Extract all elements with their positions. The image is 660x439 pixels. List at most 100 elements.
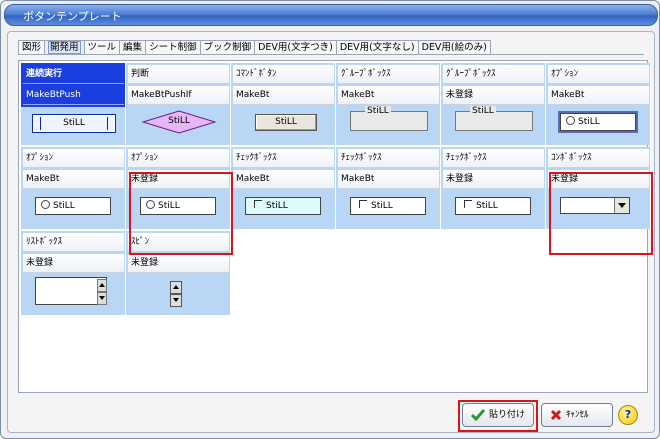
list-scroll[interactable]: [97, 279, 107, 305]
template-card-group-box-unregistered[interactable]: ｸﾞﾙｰﾌﾟﾎﾞｯｸｽ 未登録 StiLL: [441, 63, 546, 145]
card-macro: MakeBtPush: [23, 86, 124, 105]
card-sample: StiLL: [336, 106, 440, 145]
tab-label: 編集: [123, 42, 143, 53]
paste-button[interactable]: 貼り付け: [462, 403, 534, 427]
tab-tool[interactable]: ツール: [83, 40, 121, 54]
card-macro: 未登録: [128, 254, 229, 273]
card-macro: 未登録: [128, 170, 229, 189]
arrow-down-icon[interactable]: [97, 292, 107, 305]
template-card-command-button[interactable]: ｺﾏﾝﾄﾞﾎﾞﾀﾝ MakeBt StiLL: [231, 63, 336, 145]
paste-label: 貼り付け: [489, 410, 526, 420]
push-button-sample[interactable]: StiLL: [32, 114, 116, 133]
tab-label: 図形: [22, 42, 42, 53]
tab-edit[interactable]: 編集: [119, 40, 147, 54]
template-card-combo-box[interactable]: ｺﾝﾎﾞﾎﾞｯｸｽ 未登録: [546, 147, 651, 229]
cancel-button[interactable]: ｷｬﾝｾﾙ: [541, 403, 613, 427]
diamond-label: StiLL: [168, 116, 190, 126]
card-macro: MakeBt: [338, 170, 439, 189]
group-box-sample[interactable]: StiLL: [455, 106, 533, 131]
card-macro: MakeBt: [548, 86, 649, 105]
radio-icon: [146, 200, 155, 209]
card-macro: 未登録: [548, 170, 649, 189]
tab-sheet-control[interactable]: シート制御: [145, 40, 201, 54]
template-card-spin[interactable]: ｽﾋﾟﾝ 未登録: [126, 231, 231, 315]
template-card-list-box[interactable]: ﾘｽﾄﾎﾞｯｸｽ 未登録: [21, 231, 126, 315]
card-title: 連続実行: [23, 65, 124, 84]
option-label: StiLL: [158, 201, 180, 211]
tab-label: シート制御: [149, 42, 197, 53]
template-card-option[interactable]: ｵﾌﾟｼｮﾝ MakeBt StiLL: [546, 63, 651, 145]
card-title: ｵﾌﾟｼｮﾝ: [23, 149, 124, 168]
template-card-checkbox-unregistered[interactable]: ﾁｪｯｸﾎﾞｯｸｽ 未登録 StiLL: [441, 147, 546, 229]
spin-button-sample[interactable]: [170, 281, 182, 307]
diamond-button-sample[interactable]: StiLL: [141, 109, 217, 135]
radio-icon: [41, 200, 50, 209]
checkbox-sample[interactable]: StiLL: [245, 197, 321, 215]
card-sample: StiLL: [21, 191, 125, 229]
card-title: ｵﾌﾟｼｮﾝ: [548, 65, 649, 84]
card-sample: StiLL: [441, 191, 545, 229]
arrow-up-icon[interactable]: [97, 279, 107, 292]
command-button-sample[interactable]: StiLL: [255, 114, 317, 131]
tab-book-control[interactable]: ブック制御: [199, 40, 256, 54]
group-box-label: StiLL: [365, 106, 391, 116]
tab-dev-with-text[interactable]: DEV用(文字つき): [254, 40, 337, 54]
card-title: ｺﾝﾎﾞﾎﾞｯｸｽ: [548, 149, 649, 168]
radio-icon: [566, 116, 575, 125]
group-box-sample[interactable]: StiLL: [350, 106, 428, 131]
chevron-down-icon[interactable]: [614, 198, 629, 213]
option-button-sample[interactable]: StiLL: [140, 197, 216, 215]
cancel-label: ｷｬﾝｾﾙ: [566, 410, 589, 420]
card-sample: StiLL: [231, 107, 335, 145]
list-box-sample[interactable]: [35, 277, 107, 305]
card-macro: MakeBt: [233, 86, 334, 105]
card-title: 判断: [128, 65, 229, 84]
main-panel: 図形 開発用 ツール 編集 シート制御 ブック制御 DEV用(文字つき) DEV…: [7, 31, 655, 433]
card-title: ｽﾋﾟﾝ: [128, 233, 229, 252]
card-title: ｸﾞﾙｰﾌﾟﾎﾞｯｸｽ: [443, 65, 544, 84]
arrow-down-icon[interactable]: [170, 294, 182, 307]
combo-box-sample[interactable]: [560, 197, 630, 214]
card-title: ﾘｽﾄﾎﾞｯｸｽ: [23, 233, 124, 252]
tab-strip: 図形 開発用 ツール 編集 シート制御 ブック制御 DEV用(文字つき) DEV…: [18, 40, 491, 54]
template-card-option-2[interactable]: ｵﾌﾟｼｮﾝ MakeBt StiLL: [21, 147, 126, 229]
group-box-label: StiLL: [470, 106, 496, 116]
template-card-checkbox-2[interactable]: ﾁｪｯｸﾎﾞｯｸｽ MakeBt StiLL: [336, 147, 441, 229]
tab-label: DEV用(文字なし): [339, 42, 415, 53]
checkbox-icon: [464, 200, 472, 208]
tab-dev-picture-only[interactable]: DEV用(絵のみ): [417, 40, 491, 54]
tab-dev-no-text[interactable]: DEV用(文字なし): [335, 40, 419, 54]
tab-label: 開発用: [48, 41, 81, 54]
card-sample: StiLL: [126, 107, 230, 145]
card-sample: [546, 191, 650, 229]
option-button-sample[interactable]: StiLL: [35, 197, 111, 215]
template-card-judge[interactable]: 判断 MakeBtPushIf StiLL: [126, 63, 231, 145]
card-title: ﾁｪｯｸﾎﾞｯｸｽ: [338, 149, 439, 168]
checkbox-icon: [359, 200, 367, 208]
card-title: ｺﾏﾝﾄﾞﾎﾞﾀﾝ: [233, 65, 334, 84]
card-sample: [126, 275, 230, 313]
template-card-option-unregistered[interactable]: ｵﾌﾟｼｮﾝ 未登録 StiLL: [126, 147, 231, 229]
card-macro: 未登録: [23, 254, 124, 273]
card-title: ﾁｪｯｸﾎﾞｯｸｽ: [233, 149, 334, 168]
arrow-up-icon[interactable]: [170, 281, 182, 294]
tab-kaihatsu[interactable]: 開発用: [44, 40, 85, 54]
checkbox-label: StiLL: [371, 201, 393, 211]
card-title: ﾁｪｯｸﾎﾞｯｸｽ: [443, 149, 544, 168]
tab-label: DEV用(文字つき): [258, 42, 333, 53]
card-sample: [21, 275, 125, 313]
checkmark-icon: [471, 409, 485, 421]
template-grid: 連続実行 MakeBtPush StiLL 判断 MakeBtPushIf St…: [18, 60, 653, 393]
tab-zukei[interactable]: 図形: [18, 40, 46, 54]
checkbox-sample[interactable]: StiLL: [455, 197, 531, 215]
template-card-continuous[interactable]: 連続実行 MakeBtPush StiLL: [21, 63, 126, 145]
card-sample: StiLL: [546, 107, 650, 145]
template-card-checkbox[interactable]: ﾁｪｯｸﾎﾞｯｸｽ MakeBt StiLL: [231, 147, 336, 229]
card-macro: 未登録: [443, 86, 544, 105]
option-button-sample[interactable]: StiLL: [558, 111, 638, 133]
checkbox-sample[interactable]: StiLL: [350, 197, 426, 215]
help-button[interactable]: ?: [618, 405, 638, 425]
card-macro: MakeBt: [23, 170, 124, 189]
template-card-group-box[interactable]: ｸﾞﾙｰﾌﾟﾎﾞｯｸｽ MakeBt StiLL: [336, 63, 441, 145]
card-sample: StiLL: [126, 191, 230, 229]
